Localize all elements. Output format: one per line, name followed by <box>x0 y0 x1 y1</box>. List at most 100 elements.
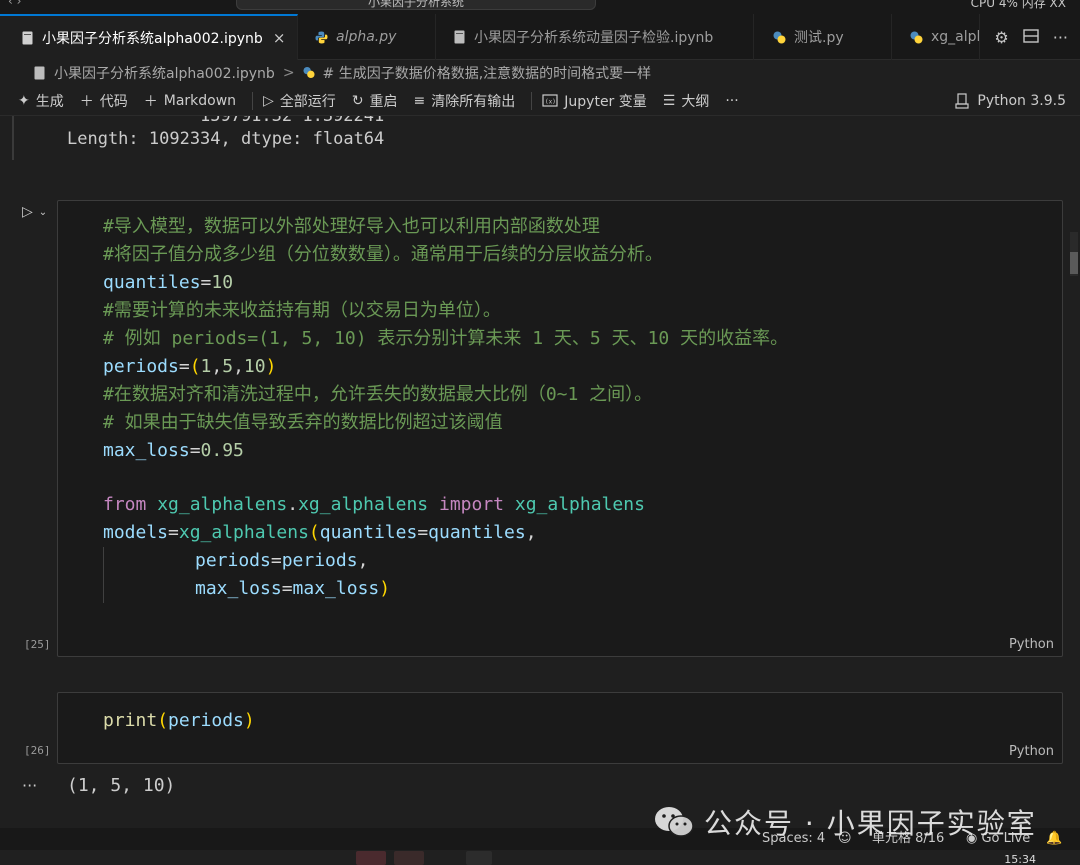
clear-outputs-label: 清除所有输出 <box>431 93 516 110</box>
add-markdown-button[interactable]: ＋ Markdown <box>144 91 236 111</box>
title-right-status: CPU 4% 内存 XX <box>970 0 1066 10</box>
add-code-button[interactable]: ＋ 代码 <box>80 91 128 111</box>
watermark-text: 公众号 · 小果因子实验室 <box>704 807 1037 840</box>
code-line: periods=(1,5,10) <box>103 356 277 377</box>
code-line: # 如果由于缺失值导致丢弃的数据比例超过该阈值 <box>103 412 503 433</box>
tab-alpha002-ipynb[interactable]: 小果因子分析系统alpha002.ipynb × <box>0 14 298 60</box>
tab-momentum-ipynb[interactable]: 小果因子分析系统动量因子检验.ipynb <box>436 14 754 60</box>
cell-language-label[interactable]: Python <box>1009 744 1054 759</box>
code-line: print(periods) <box>103 710 255 731</box>
tab-label: 测试.py <box>794 30 844 46</box>
run-icon: ▷ <box>22 204 33 220</box>
taskbar-app-icon[interactable] <box>356 851 386 865</box>
editor-tab-bar: 小果因子分析系统alpha002.ipynb × alpha.py 小果因子分析… <box>0 14 1080 60</box>
toolbar-divider <box>252 91 254 110</box>
run-cell-button[interactable]: ▷ ⌄ <box>22 204 47 220</box>
tab-test-py[interactable]: 测试.py <box>754 14 892 60</box>
restart-icon: ↻ <box>351 92 364 109</box>
taskbar-clock[interactable]: 15:34 <box>1004 853 1036 865</box>
indent-guide <box>103 547 104 603</box>
title-bar: ‹ › 小果因子分析系统 CPU 4% 内存 XX <box>0 0 1080 14</box>
add-code-label: 代码 <box>99 93 128 110</box>
sparkle-icon: ✦ <box>18 92 30 109</box>
execution-count: [25] <box>24 638 51 651</box>
cell-language-label[interactable]: Python <box>1009 637 1054 652</box>
taskbar-app-icon[interactable] <box>394 851 424 865</box>
toolbar-divider <box>531 91 533 110</box>
notebook-toolbar: ✦ 生成 ＋ 代码 ＋ Markdown ▷ 全部运行 ↻ 重启 ≡ 清除所有输… <box>0 86 1080 116</box>
kernel-picker[interactable]: Python 3.9.5 <box>955 86 1066 116</box>
output-more-icon[interactable]: ··· <box>22 776 37 795</box>
jupyter-variables-button[interactable]: (x) Jupyter 变量 <box>542 91 647 111</box>
add-markdown-label: Markdown <box>163 92 237 109</box>
output-cut-line: 159791.32 1.392241 <box>200 116 385 126</box>
output-focus-bar <box>12 116 14 160</box>
breadcrumb: 小果因子分析系统alpha002.ipynb > # 生成因子数据价格数据,注意… <box>0 60 1080 86</box>
close-icon[interactable]: × <box>273 29 286 47</box>
code-line: max_loss=0.95 <box>103 440 244 461</box>
tab-label: 小果因子分析系统动量因子检验.ipynb <box>474 30 714 46</box>
code-line: periods=periods, <box>195 550 369 571</box>
variables-icon: (x) <box>542 94 558 107</box>
code-line: #导入模型，数据可以外部处理好导入也可以利用内部函数处理 <box>103 216 600 237</box>
kernel-icon <box>955 93 969 109</box>
run-all-label: 全部运行 <box>279 93 336 110</box>
code-line: from xg_alphalens.xg_alphalens import xg… <box>103 494 645 515</box>
outline-button[interactable]: ☰ 大纲 <box>663 91 710 111</box>
code-line: #需要计算的未来收益持有期（以交易日为单位）。 <box>103 300 501 321</box>
code-line: models=xg_alphalens(quantiles=quantiles, <box>103 522 537 543</box>
tab-label: alpha.py <box>336 29 397 45</box>
plus-icon: ＋ <box>79 93 94 110</box>
wechat-watermark: 公众号 · 小果因子实验室 <box>652 800 1037 844</box>
run-all-button[interactable]: ▷ 全部运行 <box>263 91 336 111</box>
breadcrumb-separator: > <box>282 65 295 81</box>
code-line: #在数据对齐和清洗过程中，允许丢失的数据最大比例（0~1 之间）。 <box>103 384 653 405</box>
toolbar-more-button[interactable]: ··· <box>725 93 738 109</box>
python-icon <box>303 66 315 80</box>
settings-gear-icon[interactable]: ⚙ <box>994 28 1008 47</box>
os-taskbar: 15:34 <box>0 850 1080 865</box>
clear-outputs-button[interactable]: ≡ 清除所有输出 <box>414 91 516 111</box>
generate-button[interactable]: ✦ 生成 <box>18 91 64 111</box>
vertical-scrollbar[interactable] <box>1068 116 1080 828</box>
code-line: quantiles=10 <box>103 272 234 293</box>
tab-xg-alphalens-py[interactable]: xg_alpl <box>892 14 980 60</box>
tab-alpha-py[interactable]: alpha.py <box>298 14 436 60</box>
command-center-search[interactable]: 小果因子分析系统 <box>236 0 596 10</box>
plus-icon: ＋ <box>143 93 158 110</box>
breadcrumb-section[interactable]: # 生成因子数据价格数据,注意数据的时间格式要一样 <box>323 63 652 83</box>
tab-label: 小果因子分析系统alpha002.ipynb <box>42 31 263 47</box>
breadcrumb-file[interactable]: 小果因子分析系统alpha002.ipynb <box>54 63 275 83</box>
code-line: max_loss=max_loss) <box>195 578 391 599</box>
list-icon: ☰ <box>662 92 676 109</box>
nav-arrows[interactable]: ‹ › <box>8 0 21 8</box>
jupyter-variables-label: Jupyter 变量 <box>564 93 647 110</box>
notebook-icon <box>452 30 466 44</box>
more-actions-icon[interactable]: ··· <box>1053 28 1068 47</box>
output-length-line: Length: 1092334, dtype: float64 <box>67 129 385 149</box>
notebook-icon <box>34 66 46 80</box>
execution-count: [26] <box>24 744 51 757</box>
cell-output: (1, 5, 10) <box>67 775 176 796</box>
code-cell[interactable]: print(periods) Python <box>57 692 1063 764</box>
code-line: # 例如 periods=(1, 5, 10) 表示分别计算未来 1 天、5 天… <box>103 328 789 349</box>
outline-label: 大纲 <box>681 93 710 110</box>
code-cell[interactable]: #导入模型，数据可以外部处理好导入也可以利用内部函数处理 #将因子值分成多少组（… <box>57 200 1063 657</box>
code-line: #将因子值分成多少组（分位数数量）。通常用于后续的分层收益分析。 <box>103 244 663 265</box>
restart-button[interactable]: ↻ 重启 <box>352 91 398 111</box>
python-icon <box>910 30 923 44</box>
python-icon <box>314 30 328 44</box>
restart-label: 重启 <box>369 93 398 110</box>
kernel-label: Python 3.9.5 <box>977 93 1066 109</box>
taskbar-app-icon[interactable] <box>466 851 492 865</box>
scrollbar-thumb[interactable] <box>1070 252 1078 274</box>
split-editor-icon[interactable] <box>1023 28 1039 46</box>
clear-all-icon: ≡ <box>413 92 426 109</box>
notebook-editor: 159791.32 1.392241 Length: 1092334, dtyp… <box>0 116 1080 828</box>
wechat-icon <box>655 807 694 837</box>
previous-cell-output: 159791.32 1.392241 Length: 1092334, dtyp… <box>0 116 1060 160</box>
bell-icon[interactable]: 🔔 <box>1046 828 1062 850</box>
chevron-down-icon: ⌄ <box>38 206 48 218</box>
generate-label: 生成 <box>35 93 64 110</box>
tab-actions: ⚙ ··· <box>994 28 1068 47</box>
